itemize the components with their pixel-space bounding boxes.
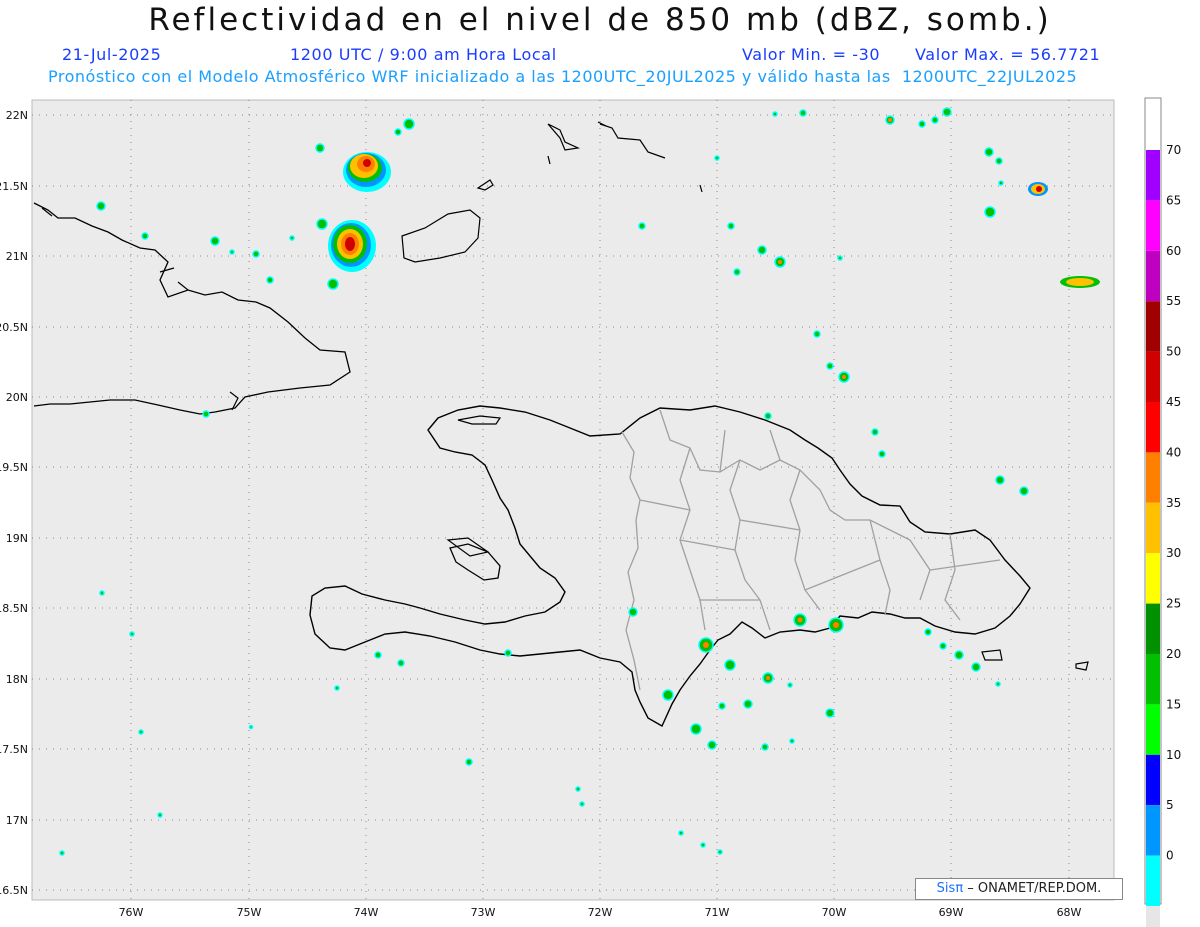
legend-label: 65 (1166, 193, 1181, 207)
lat-label: 20.5N (0, 321, 28, 334)
legend-label: 25 (1166, 597, 1181, 611)
credit-pi: π (955, 881, 964, 896)
legend-label: 20 (1166, 647, 1181, 661)
legend-swatch (1146, 754, 1160, 806)
legend-label: 0 (1166, 849, 1174, 863)
color-legend: 7065605550454035302520151050 (1144, 97, 1181, 927)
legend-label: 60 (1166, 244, 1181, 258)
map-area (31, 99, 1115, 901)
longitude-labels: 76W 75W 74W 73W 72W 71W 70W 69W 68W (119, 906, 1082, 919)
lat-label: 18N (6, 673, 28, 686)
storm-cell-large-south (328, 220, 376, 272)
legend-label: 45 (1166, 395, 1181, 409)
lon-label: 74W (354, 906, 379, 919)
lat-label: 16.5N (0, 884, 28, 897)
reflectivity-map: 22N 21.5N 21N 20.5N 20N 19.5N 19N 18.5N … (0, 97, 1181, 927)
storm-cell-large-north (343, 152, 391, 192)
lat-label: 17.5N (0, 743, 28, 756)
lon-label: 71W (705, 906, 730, 919)
legend-swatch (1146, 654, 1160, 705)
legend-swatch (1146, 150, 1160, 201)
legend-label: 5 (1166, 798, 1174, 812)
lon-label: 72W (588, 906, 613, 919)
lon-label: 69W (939, 906, 964, 919)
lon-label: 75W (237, 906, 262, 919)
credit-box: Sisπ – ONAMET/REP.DOM. (915, 878, 1123, 900)
credit-sis: Sis (936, 881, 956, 896)
lat-label: 21N (6, 250, 28, 263)
legend-swatch (1146, 553, 1160, 604)
legend-swatch (1146, 250, 1160, 302)
lat-label: 20N (6, 391, 28, 404)
legend-swatch (1146, 502, 1160, 554)
legend-label: 10 (1166, 748, 1181, 762)
legend-swatch (1146, 351, 1160, 402)
legend-label: 55 (1166, 294, 1181, 308)
legend-label: 70 (1166, 143, 1181, 157)
legend-swatch (1146, 402, 1160, 453)
lat-label: 19N (6, 532, 28, 545)
lon-label: 73W (471, 906, 496, 919)
legend-swatch (1146, 301, 1160, 352)
storm-cell-ne-band (1060, 276, 1100, 288)
storm-cell-ne (1028, 182, 1048, 196)
legend-swatch (1146, 704, 1160, 755)
lat-label: 19.5N (0, 461, 28, 474)
lon-label: 68W (1057, 906, 1082, 919)
legend-label: 30 (1166, 546, 1181, 560)
lat-label: 17N (6, 814, 28, 827)
legend-swatch (1146, 452, 1160, 503)
lat-label: 21.5N (0, 180, 28, 193)
latitude-labels: 22N 21.5N 21N 20.5N 20N 19.5N 19N 18.5N … (0, 109, 28, 897)
legend-label: 35 (1166, 496, 1181, 510)
legend-label: 40 (1166, 445, 1181, 459)
legend-label: 15 (1166, 697, 1181, 711)
legend-swatch (1146, 200, 1160, 251)
credit-onamet: – ONAMET/REP.DOM. (967, 881, 1102, 896)
legend-swatch (1146, 855, 1160, 906)
lat-label: 22N (6, 109, 28, 122)
lat-label: 18.5N (0, 602, 28, 615)
lon-label: 76W (119, 906, 144, 919)
legend-swatch (1146, 805, 1160, 856)
legend-swatch (1146, 603, 1160, 654)
lon-label: 70W (822, 906, 847, 919)
legend-label: 50 (1166, 345, 1181, 359)
legend-swatch (1146, 906, 1160, 927)
